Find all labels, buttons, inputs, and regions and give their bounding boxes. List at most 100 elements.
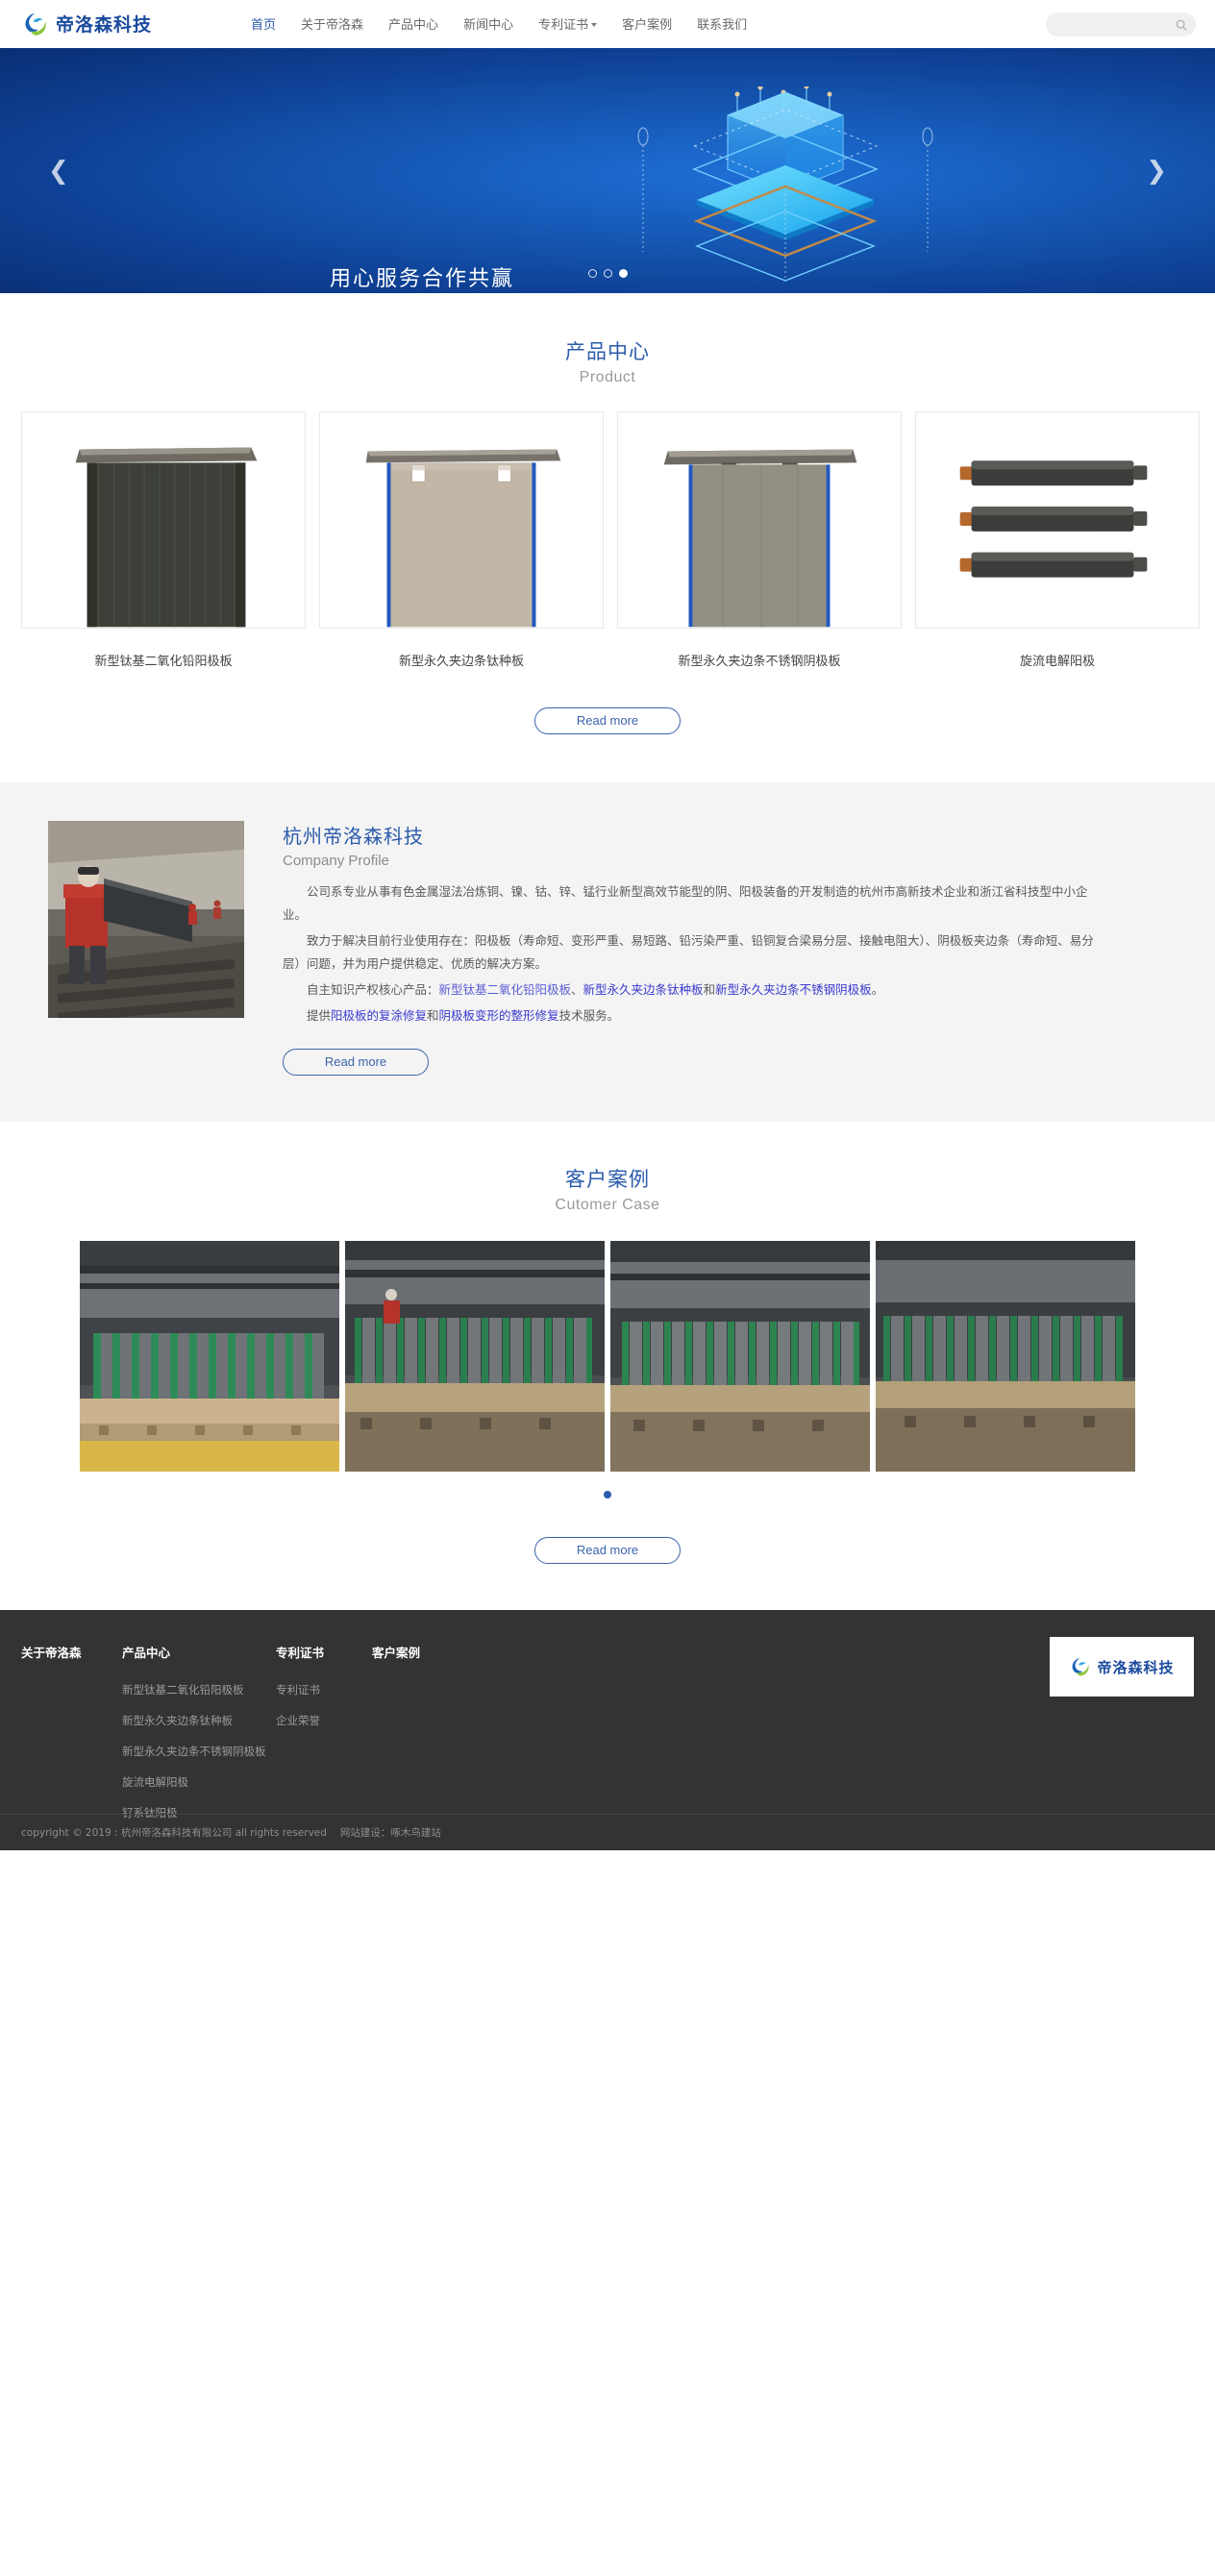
footer-column-cases: 客户案例	[372, 1643, 487, 1836]
company-body: 杭州帝洛森科技 Company Profile 公司系专业从事有色金属湿法冶炼铜…	[283, 821, 1100, 1076]
product-name: 旋流电解阳极	[1019, 655, 1095, 669]
products-title-cn: 产品中心	[565, 340, 650, 363]
product-card[interactable]: 新型钛基二氧化铅阳极板	[21, 411, 306, 669]
footer-column-title[interactable]: 客户案例	[372, 1643, 487, 1661]
footer-copyright-bar: copyright © 2019 : 杭州帝洛森科技有限公司 all right…	[0, 1814, 1215, 1850]
nav-item-products[interactable]: 产品中心	[388, 14, 438, 33]
cases-dot-1[interactable]	[604, 1491, 611, 1499]
footer-logo[interactable]: 帝洛森科技	[1050, 1637, 1194, 1697]
cases-heading: 客户案例 Cutomer Case	[0, 1164, 1215, 1214]
company-title-cn: 杭州帝洛森科技	[283, 825, 424, 848]
footer-column-patents: 专利证书 专利证书 企业荣誉	[276, 1643, 372, 1836]
service-suffix: 技术服务。	[558, 1008, 620, 1023]
company-title-en: Company Profile	[283, 853, 389, 869]
logo-text: 帝洛森科技	[56, 14, 153, 36]
factory-worker-photo	[48, 821, 244, 1018]
main-navigation: 首页 关于帝洛森 产品中心 新闻中心 专利证书 客户案例 联系我们	[251, 14, 747, 33]
footer-column-title[interactable]: 关于帝洛森	[21, 1643, 122, 1661]
product-card[interactable]: 旋流电解阳极	[915, 411, 1200, 669]
titanium-seed-plate-photo	[320, 412, 603, 628]
search-icon[interactable]	[1175, 18, 1188, 32]
nav-label: 关于帝洛森	[301, 17, 364, 32]
electrolysis-workshop-photo-2	[345, 1241, 605, 1472]
sep: 、	[571, 982, 583, 997]
case-card[interactable]	[876, 1241, 1135, 1472]
nav-label: 产品中心	[388, 17, 439, 32]
copyright-main: copyright © 2019 : 杭州帝洛森科技有限公司 all right…	[21, 1827, 327, 1839]
footer-column-title[interactable]: 产品中心	[122, 1643, 276, 1661]
cases-title-cn: 客户案例	[565, 1168, 650, 1191]
electrolysis-workshop-photo-4	[876, 1241, 1135, 1472]
nav-item-home[interactable]: 首页	[251, 14, 276, 33]
site-builder-credit[interactable]: 网站建设：啄木鸟建站	[340, 1827, 441, 1839]
swirl-logo-icon	[25, 12, 46, 36]
stainless-cathode-plate-photo	[618, 412, 901, 628]
case-card[interactable]	[610, 1241, 870, 1472]
company-photo	[48, 821, 244, 1018]
nav-label: 客户案例	[622, 17, 673, 32]
products-title-en: Product	[579, 369, 636, 385]
service-link-2[interactable]: 阴极板变形的整形修复	[439, 1008, 559, 1023]
product-card[interactable]: 新型永久夹边条钛种板	[319, 411, 604, 669]
anode-plate-dark-photo	[22, 412, 305, 628]
service-link-1[interactable]: 阳极板的复涂修复	[331, 1008, 427, 1023]
cases-title-en: Cutomer Case	[555, 1197, 660, 1213]
hero-dot-3[interactable]	[618, 269, 628, 278]
footer-link[interactable]: 企业荣誉	[276, 1713, 372, 1728]
nav-item-patents[interactable]: 专利证书	[538, 14, 598, 33]
nav-label: 联系我们	[697, 17, 748, 32]
cases-read-more-button[interactable]: Read more	[534, 1537, 681, 1564]
footer-column-about: 关于帝洛森	[21, 1643, 122, 1836]
products-read-more-button[interactable]: Read more	[534, 707, 681, 734]
hero-banner: 用心服务合作共赢 ❮ ❯	[0, 48, 1215, 293]
core-product-link-3[interactable]: 新型永久夹边条不锈钢阴极板	[715, 982, 872, 997]
products-grid: 新型钛基二氧化铅阳极板 新型永久夹边条钛种板 新型永久夹边条不锈钢阴极板 旋流电…	[0, 411, 1215, 669]
footer-link[interactable]: 新型永久夹边条钛种板	[122, 1713, 276, 1728]
case-card[interactable]	[345, 1241, 605, 1472]
company-paragraph-1: 公司系专业从事有色金属湿法冶炼铜、镍、钴、锌、锰行业新型高效节能型的阴、阳极装备…	[283, 884, 1088, 922]
cyclone-electrolysis-anode-photo	[916, 412, 1199, 628]
hero-dot-2[interactable]	[603, 269, 612, 278]
product-card[interactable]: 新型永久夹边条不锈钢阴极板	[617, 411, 902, 669]
hero-dots	[0, 269, 1215, 278]
footer-link[interactable]: 旋流电解阳极	[122, 1774, 276, 1790]
cases-grid	[0, 1241, 1215, 1472]
chevron-down-icon	[591, 22, 598, 27]
product-name: 新型钛基二氧化铅阳极板	[94, 655, 233, 669]
product-image	[915, 411, 1200, 629]
product-name: 新型永久夹边条钛种板	[398, 655, 524, 669]
swirl-logo-icon	[1073, 1658, 1090, 1676]
chevron-left-icon[interactable]: ❮	[48, 159, 69, 184]
footer-columns: 关于帝洛森 产品中心 新型钛基二氧化铅阳极板 新型永久夹边条钛种板 新型永久夹边…	[0, 1643, 1215, 1836]
sep: 和	[427, 1008, 439, 1023]
chevron-right-icon[interactable]: ❯	[1146, 159, 1167, 184]
site-logo[interactable]: 帝洛森科技	[21, 10, 152, 38]
footer-link[interactable]: 专利证书	[276, 1682, 372, 1697]
nav-item-cases[interactable]: 客户案例	[622, 14, 672, 33]
product-name: 新型永久夹边条不锈钢阴极板	[678, 655, 841, 669]
case-card[interactable]	[80, 1241, 339, 1472]
footer-logo-text: 帝洛森科技	[1097, 1658, 1175, 1676]
site-footer: 关于帝洛森 产品中心 新型钛基二氧化铅阳极板 新型永久夹边条钛种板 新型永久夹边…	[0, 1610, 1215, 1850]
nav-item-contact[interactable]: 联系我们	[697, 14, 747, 33]
nav-item-about[interactable]: 关于帝洛森	[301, 14, 363, 33]
product-image	[21, 411, 306, 629]
search-box[interactable]	[1046, 12, 1196, 37]
product-image	[319, 411, 604, 629]
core-product-link-1[interactable]: 新型钛基二氧化铅阳极板	[439, 982, 572, 997]
core-product-link-2[interactable]: 新型永久夹边条钛种板	[583, 982, 704, 997]
hero-dot-1[interactable]	[587, 269, 597, 278]
products-heading: 产品中心 Product	[0, 336, 1215, 386]
nav-label: 新闻中心	[463, 17, 514, 32]
site-header: 帝洛森科技 首页 关于帝洛森 产品中心 新闻中心 专利证书 客户案例 联系我们	[0, 0, 1215, 48]
footer-link[interactable]: 新型永久夹边条不锈钢阴极板	[122, 1744, 276, 1759]
footer-link[interactable]: 新型钛基二氧化铅阳极板	[122, 1682, 276, 1697]
nav-item-news[interactable]: 新闻中心	[463, 14, 513, 33]
footer-column-products: 产品中心 新型钛基二氧化铅阳极板 新型永久夹边条钛种板 新型永久夹边条不锈钢阴极…	[122, 1643, 276, 1836]
cases-dots	[0, 1491, 1215, 1499]
company-read-more-button[interactable]: Read more	[283, 1049, 429, 1076]
sep: 和	[703, 982, 716, 997]
products-section: 产品中心 Product 新型钛基二氧化铅阳极板 新型永久夹边条钛种板 新型永久…	[0, 293, 1215, 744]
footer-column-title[interactable]: 专利证书	[276, 1643, 372, 1661]
search-input[interactable]	[1057, 13, 1175, 36]
